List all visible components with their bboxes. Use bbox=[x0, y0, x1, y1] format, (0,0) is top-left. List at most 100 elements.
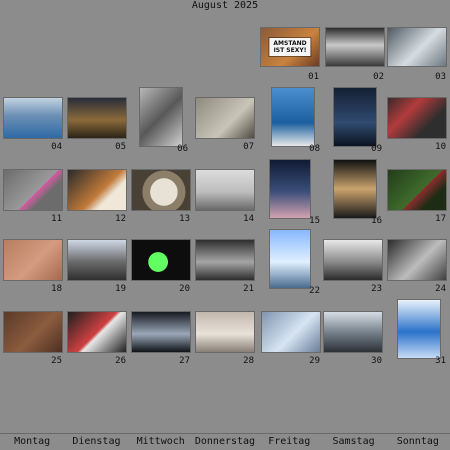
day-number: 19 bbox=[115, 284, 126, 294]
photo-thumbnail[interactable] bbox=[140, 88, 182, 146]
day-number: 23 bbox=[371, 284, 382, 294]
day-cell-13[interactable]: 13 bbox=[132, 170, 194, 240]
photo-thumbnail[interactable] bbox=[398, 300, 440, 358]
day-cell-12[interactable]: 12 bbox=[68, 170, 130, 240]
day-number: 04 bbox=[51, 142, 62, 152]
photo-thumbnail[interactable] bbox=[4, 170, 62, 210]
photo-thumbnail[interactable] bbox=[4, 240, 62, 280]
month-title: August 2025 bbox=[191, 0, 259, 11]
sign-text: AMSTAND IST SEXY! bbox=[269, 38, 311, 56]
day-number: 02 bbox=[373, 72, 384, 82]
day-number: 03 bbox=[435, 72, 446, 82]
day-cell-20[interactable]: 20 bbox=[132, 240, 194, 310]
photo-thumbnail[interactable] bbox=[388, 28, 446, 66]
day-number: 29 bbox=[309, 356, 320, 366]
day-cell-17[interactable]: 17 bbox=[388, 170, 450, 240]
photo-thumbnail[interactable] bbox=[196, 312, 254, 352]
photo-thumbnail[interactable] bbox=[4, 98, 62, 138]
weekday-label: Dienstag bbox=[72, 436, 121, 447]
photo-thumbnail[interactable] bbox=[326, 28, 384, 66]
photo-thumbnail[interactable] bbox=[132, 170, 190, 210]
day-cell-19[interactable]: 19 bbox=[68, 240, 130, 310]
day-number: 15 bbox=[309, 216, 320, 226]
day-number: 11 bbox=[51, 214, 62, 224]
day-number: 06 bbox=[177, 144, 188, 154]
photo-thumbnail[interactable] bbox=[196, 98, 254, 138]
day-number: 26 bbox=[115, 356, 126, 366]
weekday-label: Sonntag bbox=[396, 436, 439, 447]
photo-thumbnail[interactable] bbox=[262, 312, 320, 352]
day-cell-31[interactable]: 31 bbox=[388, 300, 450, 370]
photo-thumbnail[interactable] bbox=[270, 230, 310, 288]
weekday-header-row: Montag Dienstag Mittwoch Donnerstag Frei… bbox=[0, 433, 450, 450]
day-number: 18 bbox=[51, 284, 62, 294]
day-cell-06[interactable]: 06 bbox=[130, 88, 192, 158]
day-number: 25 bbox=[51, 356, 62, 366]
day-cell-04[interactable]: 04 bbox=[4, 98, 66, 168]
day-cell-10[interactable]: 10 bbox=[388, 98, 450, 168]
day-cell-30[interactable]: 30 bbox=[324, 312, 386, 382]
day-cell-16[interactable]: 16 bbox=[324, 160, 386, 230]
day-number: 16 bbox=[371, 216, 382, 226]
day-cell-07[interactable]: 07 bbox=[196, 98, 258, 168]
photo-thumbnail[interactable] bbox=[132, 312, 190, 352]
day-cell-23[interactable]: 23 bbox=[324, 240, 386, 310]
photo-thumbnail[interactable] bbox=[334, 88, 376, 146]
day-number: 07 bbox=[243, 142, 254, 152]
photo-thumbnail[interactable] bbox=[270, 160, 310, 218]
photo-thumbnail[interactable] bbox=[324, 312, 382, 352]
day-cell-18[interactable]: 18 bbox=[4, 240, 66, 310]
photo-thumbnail[interactable] bbox=[272, 88, 314, 146]
day-number: 01 bbox=[308, 72, 319, 82]
photo-thumbnail[interactable] bbox=[388, 170, 446, 210]
day-number: 10 bbox=[435, 142, 446, 152]
day-number: 05 bbox=[115, 142, 126, 152]
day-number: 31 bbox=[435, 356, 446, 366]
photo-thumbnail[interactable] bbox=[324, 240, 382, 280]
day-cell-05[interactable]: 05 bbox=[68, 98, 130, 168]
day-number: 28 bbox=[243, 356, 254, 366]
day-number: 30 bbox=[371, 356, 382, 366]
day-number: 08 bbox=[309, 144, 320, 154]
photo-thumbnail[interactable] bbox=[132, 240, 190, 280]
day-number: 13 bbox=[179, 214, 190, 224]
weekday-label: Montag bbox=[14, 436, 51, 447]
day-cell-29[interactable]: 29 bbox=[262, 312, 324, 382]
day-number: 21 bbox=[243, 284, 254, 294]
weekday-label: Samstag bbox=[332, 436, 375, 447]
day-cell-11[interactable]: 11 bbox=[4, 170, 66, 240]
weekday-label: Donnerstag bbox=[194, 436, 256, 447]
photo-thumbnail[interactable] bbox=[68, 240, 126, 280]
photo-thumbnail[interactable] bbox=[196, 170, 254, 210]
photo-thumbnail[interactable]: AMSTAND IST SEXY! bbox=[261, 28, 319, 66]
photo-thumbnail[interactable] bbox=[68, 98, 126, 138]
photo-thumbnail[interactable] bbox=[68, 312, 126, 352]
day-number: 12 bbox=[115, 214, 126, 224]
day-cell-28[interactable]: 28 bbox=[196, 312, 258, 382]
day-cell-27[interactable]: 27 bbox=[132, 312, 194, 382]
day-cell-08[interactable]: 08 bbox=[262, 88, 324, 158]
photo-thumbnail[interactable] bbox=[388, 240, 446, 280]
day-number: 22 bbox=[309, 286, 320, 296]
day-number: 24 bbox=[435, 284, 446, 294]
weekday-label: Mittwoch bbox=[136, 436, 185, 447]
day-cell-21[interactable]: 21 bbox=[196, 240, 258, 310]
day-cell-15[interactable]: 15 bbox=[262, 160, 324, 230]
day-cell-09[interactable]: 09 bbox=[324, 88, 386, 158]
day-cell-26[interactable]: 26 bbox=[68, 312, 130, 382]
day-number: 20 bbox=[179, 284, 190, 294]
day-number: 09 bbox=[371, 144, 382, 154]
day-number: 27 bbox=[179, 356, 190, 366]
weekday-label: Freitag bbox=[268, 436, 311, 447]
day-cell-14[interactable]: 14 bbox=[196, 170, 258, 240]
day-cell-22[interactable]: 22 bbox=[262, 230, 324, 300]
photo-thumbnail[interactable] bbox=[334, 160, 376, 218]
day-number: 14 bbox=[243, 214, 254, 224]
photo-thumbnail[interactable] bbox=[388, 98, 446, 138]
photo-thumbnail[interactable] bbox=[68, 170, 126, 210]
photo-thumbnail[interactable] bbox=[4, 312, 62, 352]
photo-thumbnail[interactable] bbox=[196, 240, 254, 280]
day-cell-25[interactable]: 25 bbox=[4, 312, 66, 382]
day-cell-03[interactable]: 03 bbox=[388, 28, 450, 98]
day-number: 17 bbox=[435, 214, 446, 224]
